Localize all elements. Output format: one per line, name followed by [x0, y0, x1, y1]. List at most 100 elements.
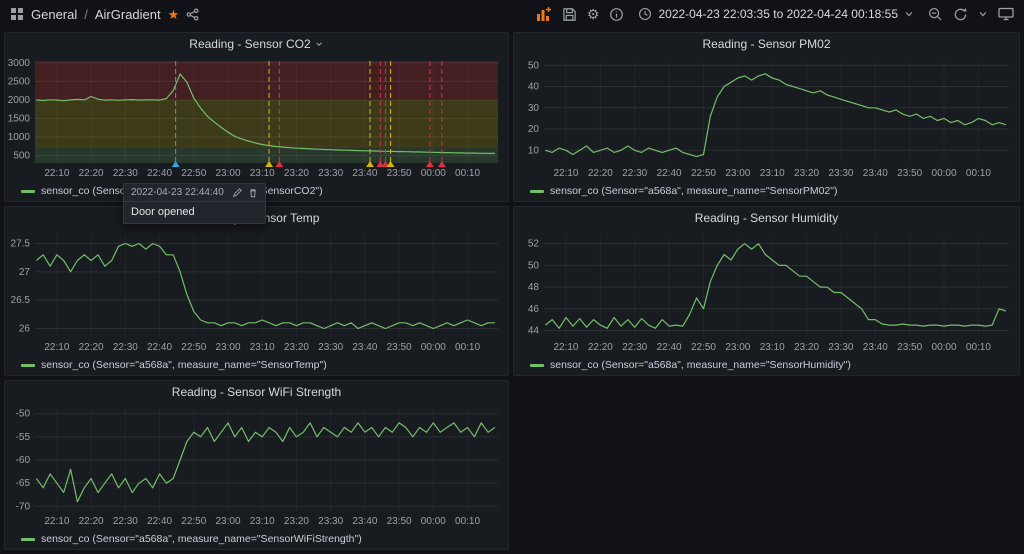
save-dashboard-icon[interactable] [562, 7, 577, 22]
panel-title-wifi[interactable]: Reading - Sensor WiFi Strength [5, 381, 508, 403]
time-range-label: 2022-04-23 22:03:35 to 2022-04-24 00:18:… [658, 7, 898, 21]
svg-text:22:30: 22:30 [113, 516, 138, 527]
refresh-icon[interactable] [953, 7, 968, 22]
svg-text:22:20: 22:20 [79, 342, 104, 353]
humidity-chart[interactable]: 444648505222:1022:2022:3022:4022:5023:00… [514, 229, 1019, 355]
panel-title-text: Reading - Sensor WiFi Strength [172, 385, 341, 399]
svg-text:23:00: 23:00 [215, 342, 240, 353]
refresh-interval-chevron-icon[interactable] [978, 9, 988, 19]
svg-text:23:50: 23:50 [387, 168, 412, 179]
svg-text:22:50: 22:50 [181, 516, 206, 527]
svg-text:27.5: 27.5 [11, 239, 31, 250]
svg-text:22:50: 22:50 [181, 168, 206, 179]
legend-pm02[interactable]: sensor_co (Sensor="a568a", measure_name=… [514, 181, 1019, 201]
annotation-delete-trash-icon[interactable] [248, 188, 258, 198]
svg-text:22:30: 22:30 [113, 168, 138, 179]
dashboard-settings-gear-icon[interactable]: ⚙ [587, 7, 600, 21]
zoom-out-icon[interactable] [928, 7, 943, 22]
svg-text:23:40: 23:40 [352, 516, 377, 527]
svg-text:-60: -60 [16, 455, 31, 466]
svg-text:23:20: 23:20 [284, 168, 309, 179]
top-nav: General / AirGradient ★ ⚙ [0, 0, 1024, 28]
svg-text:23:10: 23:10 [760, 168, 785, 179]
dashboard-grid: Reading - Sensor CO2 5001000150020002500… [0, 28, 1024, 554]
svg-text:23:20: 23:20 [794, 168, 819, 179]
svg-text:23:30: 23:30 [828, 168, 853, 179]
panel-title-co2[interactable]: Reading - Sensor CO2 [5, 33, 508, 55]
legend-humidity[interactable]: sensor_co (Sensor="a568a", measure_name=… [514, 355, 1019, 375]
svg-text:10: 10 [528, 145, 540, 156]
svg-text:46: 46 [528, 304, 540, 315]
panel-title-text: Reading - Sensor CO2 [189, 37, 310, 51]
svg-text:22:40: 22:40 [147, 516, 172, 527]
svg-text:44: 44 [528, 325, 540, 336]
svg-text:22:10: 22:10 [44, 342, 69, 353]
legend-series-swatch [21, 190, 35, 193]
info-circle-icon[interactable] [609, 7, 624, 22]
empty-grid-cell [513, 380, 1020, 550]
svg-text:22:20: 22:20 [588, 168, 613, 179]
legend-series-swatch [530, 364, 544, 367]
legend-label: sensor_co (Sensor="a568a", measure_name=… [550, 359, 851, 371]
svg-text:22:50: 22:50 [691, 342, 716, 353]
breadcrumb-folder[interactable]: General [31, 7, 77, 22]
dashboard-title[interactable]: AirGradient [95, 7, 161, 22]
legend-series-swatch [21, 538, 35, 541]
svg-text:23:20: 23:20 [794, 342, 819, 353]
favorite-star-icon[interactable]: ★ [168, 8, 180, 21]
svg-text:1500: 1500 [8, 113, 31, 124]
svg-text:23:30: 23:30 [318, 342, 343, 353]
svg-text:22:20: 22:20 [588, 342, 613, 353]
svg-text:23:40: 23:40 [863, 342, 888, 353]
svg-text:23:20: 23:20 [284, 342, 309, 353]
svg-text:23:30: 23:30 [318, 516, 343, 527]
svg-text:23:00: 23:00 [725, 342, 750, 353]
annotation-tooltip: 2022-04-23 22:44:40 Door opened [123, 183, 266, 224]
panel-title-pm02[interactable]: Reading - Sensor PM02 [514, 33, 1019, 55]
legend-temp[interactable]: sensor_co (Sensor="a568a", measure_name=… [5, 355, 508, 375]
pm02-chart[interactable]: 102030405022:1022:2022:3022:4022:5023:00… [514, 55, 1019, 181]
svg-text:23:20: 23:20 [284, 516, 309, 527]
svg-text:-70: -70 [16, 501, 31, 512]
co2-chart[interactable]: 5001000150020002500300022:1022:2022:3022… [5, 55, 508, 181]
svg-text:48: 48 [528, 282, 540, 293]
svg-text:00:00: 00:00 [421, 516, 446, 527]
svg-text:40: 40 [528, 82, 540, 93]
legend-wifi[interactable]: sensor_co (Sensor="a568a", measure_name=… [5, 529, 508, 549]
panel-title-text: Reading - Sensor PM02 [702, 37, 830, 51]
svg-text:22:20: 22:20 [79, 516, 104, 527]
svg-text:00:10: 00:10 [455, 516, 480, 527]
temp-chart[interactable]: 2626.52727.522:1022:2022:3022:4022:5023:… [5, 229, 508, 355]
svg-text:00:00: 00:00 [932, 342, 957, 353]
clock-icon [638, 7, 652, 21]
svg-text:22:10: 22:10 [553, 168, 578, 179]
svg-text:22:30: 22:30 [622, 168, 647, 179]
svg-text:-65: -65 [16, 478, 31, 489]
svg-text:23:50: 23:50 [387, 516, 412, 527]
kiosk-monitor-icon[interactable] [998, 7, 1014, 21]
apps-grid-icon[interactable] [10, 7, 24, 21]
svg-text:23:40: 23:40 [352, 342, 377, 353]
svg-text:1000: 1000 [8, 132, 31, 143]
svg-text:23:00: 23:00 [215, 168, 240, 179]
svg-text:22:20: 22:20 [79, 168, 104, 179]
annotation-text: Door opened [124, 202, 265, 223]
svg-text:22:40: 22:40 [657, 342, 682, 353]
panel-wifi-strength: Reading - Sensor WiFi Strength -70 -65 -60… [4, 380, 509, 550]
svg-text:50: 50 [528, 260, 540, 271]
svg-text:00:00: 00:00 [421, 342, 446, 353]
add-panel-icon[interactable] [536, 6, 552, 22]
wifi-chart[interactable]: -70-65-60-55-5022:1022:2022:3022:4022:50… [5, 403, 508, 529]
svg-text:00:00: 00:00 [932, 168, 957, 179]
svg-text:23:30: 23:30 [828, 342, 853, 353]
panel-temp: Reading - Sensor Temp 2626.52727.522:102… [4, 206, 509, 376]
legend-label: sensor_co (Sensor="a568a", measure_name=… [41, 359, 327, 371]
svg-text:23:10: 23:10 [250, 168, 275, 179]
time-range-picker[interactable]: 2022-04-23 22:03:35 to 2022-04-24 00:18:… [634, 5, 918, 23]
panel-title-humidity[interactable]: Reading - Sensor Humidity [514, 207, 1019, 229]
svg-text:22:40: 22:40 [657, 168, 682, 179]
annotation-edit-pencil-icon[interactable] [232, 188, 242, 198]
svg-text:2500: 2500 [8, 76, 31, 87]
svg-text:23:50: 23:50 [387, 342, 412, 353]
share-icon[interactable] [186, 8, 199, 21]
